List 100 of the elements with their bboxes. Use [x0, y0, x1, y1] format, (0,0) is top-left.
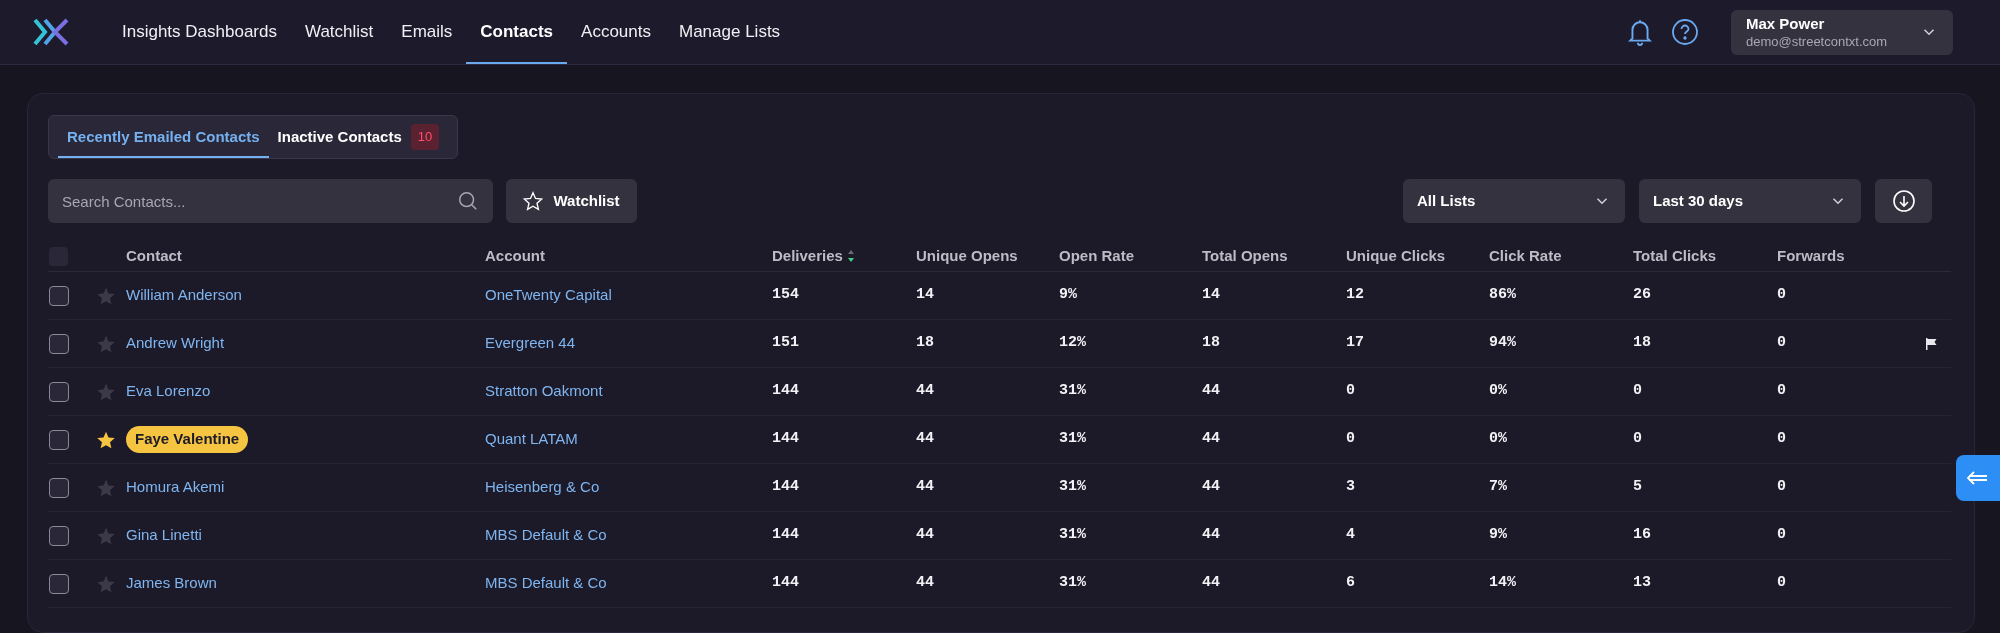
table-cell-text: 44: [1202, 573, 1220, 594]
account-link[interactable]: Evergreen 44: [485, 332, 576, 355]
table-cell-text: 44: [916, 429, 934, 450]
column-header[interactable]: Unique Opens: [916, 244, 1018, 268]
table-cell-text: 12%: [1059, 333, 1086, 354]
table-cell-text: 13: [1633, 573, 1651, 594]
dropdown[interactable]: Last 30 days: [1639, 179, 1861, 223]
contact-link[interactable]: James Brown: [126, 572, 217, 595]
table-cell-text: 44: [1202, 381, 1220, 402]
column-header[interactable]: Open Rate: [1059, 244, 1134, 268]
column-header[interactable]: Total Opens: [1202, 244, 1288, 268]
table-cell-text: 9%: [1059, 285, 1077, 306]
table-cell-text: 44: [1202, 525, 1220, 546]
bell-icon[interactable]: [1627, 18, 1653, 46]
table-cell-text: 14%: [1489, 573, 1516, 594]
table-cell-text: 17: [1346, 333, 1364, 354]
account-link[interactable]: MBS Default & Co: [485, 524, 607, 547]
contact-link[interactable]: William Anderson: [126, 284, 242, 307]
table-cell-text: 18: [1202, 333, 1220, 354]
contact-link[interactable]: Andrew Wright: [126, 332, 225, 355]
table-cell-text: 0: [1777, 381, 1786, 402]
table-cell-text: 86%: [1489, 285, 1516, 306]
contact-link[interactable]: Faye Valentine: [126, 426, 249, 453]
table-cell-text: 31%: [1059, 381, 1086, 402]
search-icon: [457, 190, 479, 212]
account-link[interactable]: Quant LATAM: [485, 428, 578, 451]
table-cell-text: 0%: [1489, 381, 1507, 402]
column-header[interactable]: Forwards: [1777, 244, 1845, 268]
table-cell-text: 0: [1777, 525, 1786, 546]
logo-icon[interactable]: [33, 17, 69, 47]
table-cell-text: 5: [1633, 477, 1642, 498]
flag-icon[interactable]: [1924, 336, 1938, 351]
column-header[interactable]: Unique Clicks: [1346, 244, 1446, 268]
side-panel-toggle[interactable]: [1956, 455, 2000, 501]
contact-link[interactable]: Gina Linetti: [126, 524, 202, 547]
row-checkbox[interactable]: [49, 477, 69, 498]
table-cell-text: 31%: [1059, 573, 1086, 594]
help-icon[interactable]: [1671, 18, 1699, 46]
table-cell-text: 44: [1202, 477, 1220, 498]
table-cell-text: 154: [772, 285, 799, 306]
account-link[interactable]: OneTwenty Capital: [485, 284, 612, 307]
column-header[interactable]: Contact: [126, 244, 182, 268]
table-cell-text: 12: [1346, 285, 1364, 306]
download-icon: [1891, 189, 1916, 213]
nav-link[interactable]: Emails: [387, 0, 467, 64]
account-link[interactable]: Heisenberg & Co: [485, 476, 600, 499]
row-checkbox[interactable]: [49, 333, 69, 354]
tab[interactable]: Recently Emailed Contacts: [58, 116, 269, 158]
column-header[interactable]: Total Clicks: [1633, 244, 1717, 268]
table-cell-text: 0: [1777, 333, 1786, 354]
account-link[interactable]: MBS Default & Co: [485, 572, 607, 595]
table-cell-text: 7%: [1489, 477, 1507, 498]
nav-link[interactable]: Manage Lists: [665, 0, 795, 64]
table-cell-text: 26: [1633, 285, 1651, 306]
nav-link[interactable]: Insights Dashboards: [108, 0, 291, 64]
star-outline-icon: [523, 191, 544, 211]
nav-link[interactable]: Contacts: [466, 0, 568, 64]
table-cell-text: 144: [772, 573, 799, 594]
table-cell-text: 144: [772, 381, 799, 402]
user-menu[interactable]: Max Power demo@streetcontxt.com: [1731, 9, 1953, 55]
column-header[interactable]: Click Rate: [1489, 244, 1562, 268]
contact-link[interactable]: Homura Akemi: [126, 476, 225, 499]
table-cell-text: 0: [1777, 477, 1786, 498]
table-cell-text: 4: [1346, 525, 1355, 546]
table-cell-text: 144: [772, 477, 799, 498]
table-cell-text: 0: [1633, 381, 1642, 402]
sort-icon[interactable]: [846, 249, 855, 263]
row-checkbox[interactable]: [49, 381, 69, 402]
table-cell-text: 3: [1346, 477, 1355, 498]
table-cell-text: 18: [1633, 333, 1651, 354]
column-header[interactable]: Deliveries: [772, 244, 843, 268]
account-link[interactable]: Stratton Oakmont: [485, 380, 603, 403]
dropdown[interactable]: All Lists: [1403, 179, 1625, 223]
user-email: demo@streetcontxt.com: [1746, 32, 1888, 50]
tab[interactable]: Inactive Contacts 10: [268, 116, 449, 158]
row-checkbox[interactable]: [49, 525, 69, 546]
table-cell-text: 94%: [1489, 333, 1516, 354]
table-cell-text: 44: [1202, 429, 1220, 450]
row-checkbox[interactable]: [49, 573, 69, 594]
table-cell-text: 0: [1346, 381, 1355, 402]
table-cell-text: 16: [1633, 525, 1651, 546]
table-cell-text: 31%: [1059, 477, 1086, 498]
nav-link[interactable]: Watchlist: [291, 0, 388, 64]
table-cell-text: 0: [1346, 429, 1355, 450]
table-cell-text: 44: [916, 381, 934, 402]
search-field[interactable]: Search Contacts...: [48, 179, 493, 223]
watchlist-button[interactable]: Watchlist: [506, 179, 637, 223]
row-checkbox[interactable]: [49, 429, 69, 450]
row-checkbox[interactable]: [49, 285, 69, 306]
table-cell-text: 44: [916, 573, 934, 594]
count-badge: 10: [410, 124, 440, 150]
nav-link[interactable]: Accounts: [567, 0, 665, 64]
table-cell-text: 151: [772, 333, 799, 354]
table-cell-text: 14: [1202, 285, 1220, 306]
contact-link[interactable]: Eva Lorenzo: [126, 380, 211, 403]
download-button[interactable]: [1875, 179, 1932, 223]
table-cell-text: 31%: [1059, 525, 1086, 546]
column-header[interactable]: Account: [485, 244, 545, 268]
table-cell-text: 0: [1777, 285, 1786, 306]
table-cell-text: 31%: [1059, 429, 1086, 450]
